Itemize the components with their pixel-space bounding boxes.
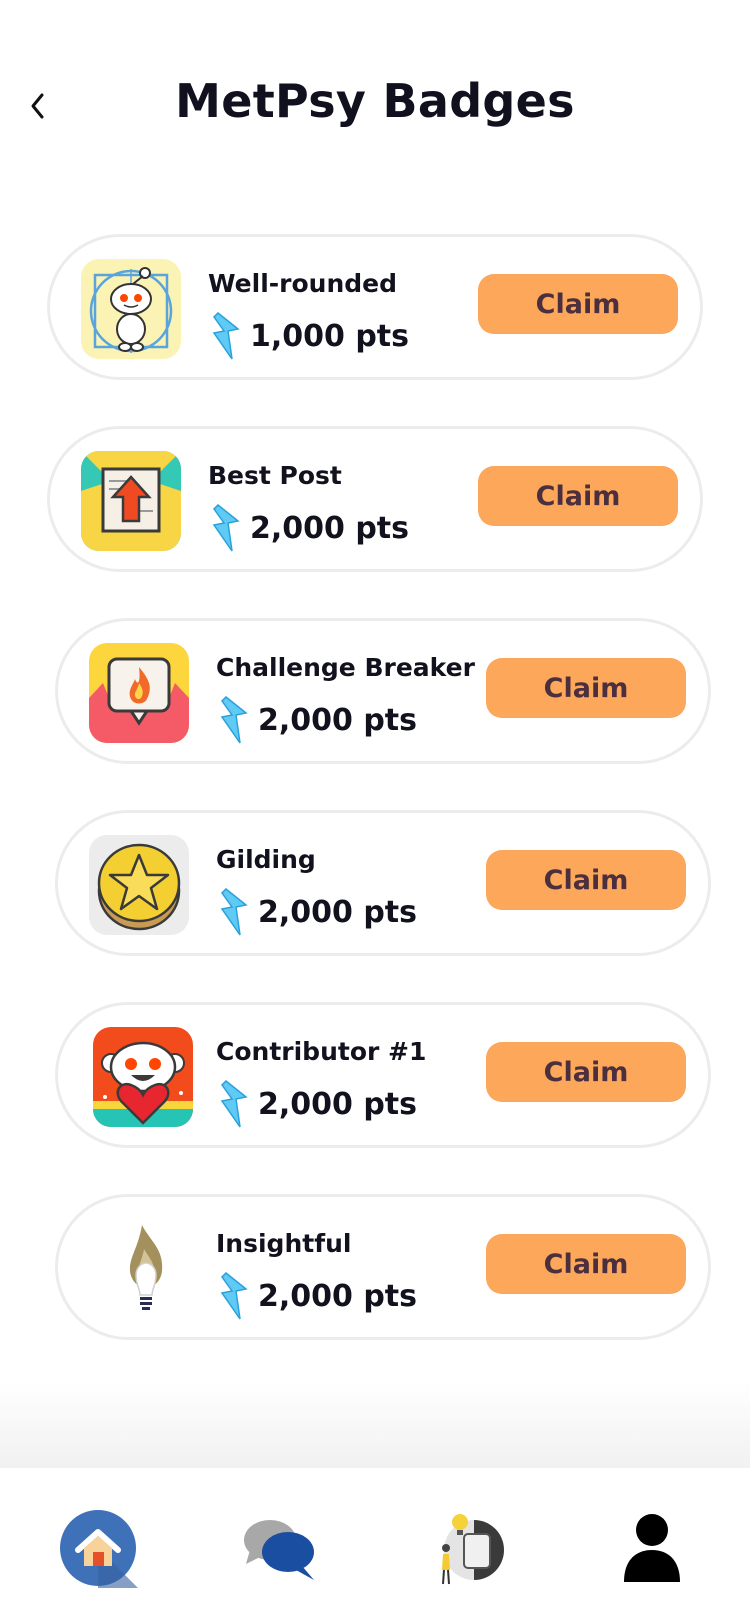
badge-card-contributor-1: Contributor #1 2,000 pts Claim [55,1002,711,1148]
points-value: 2,000 pts [250,510,410,546]
nav-chat[interactable] [240,1508,320,1588]
points-value: 2,000 pts [258,894,418,930]
upvote-post-badge-icon [81,451,181,551]
reddit-heart-badge-icon [93,1027,193,1127]
home-icon [60,1510,138,1588]
badge-name: Contributor #1 [216,1037,427,1066]
nav-profile[interactable] [612,1508,692,1588]
lightning-bolt-icon [220,695,248,744]
badge-name: Best Post [208,461,342,490]
claim-button[interactable]: Claim [486,1042,686,1102]
points-value: 1,000 pts [250,318,410,354]
claim-button[interactable]: Claim [486,658,686,718]
points-value: 2,000 pts [258,1086,418,1122]
nav-home[interactable] [58,1508,138,1588]
lightning-bolt-icon [220,1271,248,1320]
nav-insights[interactable] [430,1508,510,1588]
claim-button[interactable]: Claim [486,850,686,910]
lightbulb-person-icon [442,1514,504,1585]
badge-points: 2,000 pts [216,1077,417,1131]
badge-card-gilding: Gilding 2,000 pts Claim [55,810,711,956]
claim-button[interactable]: Claim [478,274,678,334]
badge-points: 2,000 pts [216,1269,417,1323]
badge-name: Challenge Breaker [216,653,475,682]
chat-bubbles-icon [244,1520,314,1580]
lightbulb-flame-icon [96,1219,196,1319]
badge-points: 2,000 pts [216,885,417,939]
claim-button[interactable]: Claim [478,466,678,526]
badge-points: 2,000 pts [216,693,417,747]
badge-card-insightful: Insightful 2,000 pts Claim [55,1194,711,1340]
badge-points: 2,000 pts [208,501,409,555]
reddit-vitruvian-badge-icon [81,259,181,359]
badge-card-best-post: Best Post 2,000 pts Claim [47,426,703,572]
badge-name: Gilding [216,845,316,874]
badge-name: Well-rounded [208,269,398,298]
points-value: 2,000 pts [258,1278,418,1314]
bottom-fade [0,1380,750,1468]
badges-screen: MetPsy Badges Well-rounded 1,000 pts Cla… [0,0,750,1624]
bottom-nav [0,1468,750,1624]
points-value: 2,000 pts [258,702,418,738]
badge-card-well-rounded: Well-rounded 1,000 pts Claim [47,234,703,380]
badge-card-challenge-breaker: Challenge Breaker 2,000 pts Claim [55,618,711,764]
fire-speech-badge-icon [89,643,189,743]
lightning-bolt-icon [220,1079,248,1128]
badge-name: Insightful [216,1229,352,1258]
badge-points: 1,000 pts [208,309,409,363]
lightning-bolt-icon [220,887,248,936]
gold-star-coin-icon [89,835,189,935]
claim-button[interactable]: Claim [486,1234,686,1294]
page-title: MetPsy Badges [175,74,575,128]
lightning-bolt-icon [212,503,240,552]
person-icon [624,1514,680,1582]
lightning-bolt-icon [212,311,240,360]
